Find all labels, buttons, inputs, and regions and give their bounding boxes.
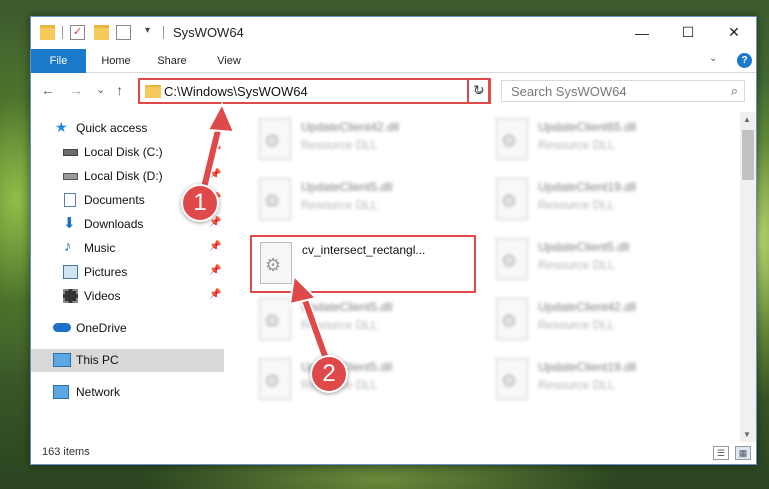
step-1-badge: 1 <box>181 184 219 222</box>
step-2-badge: 2 <box>310 355 348 393</box>
annotation-arrows <box>196 101 335 375</box>
